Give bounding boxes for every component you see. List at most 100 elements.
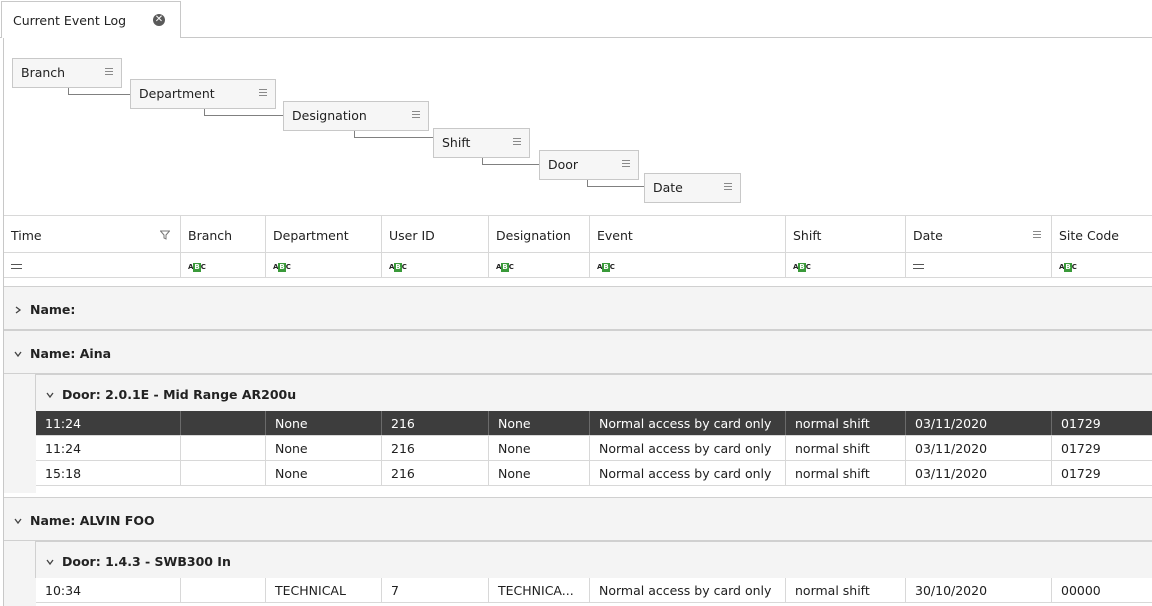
filter-cell-date[interactable] xyxy=(906,253,1052,277)
cell-shift: normal shift xyxy=(786,578,906,602)
group-item-label: Shift xyxy=(442,135,471,150)
group-row-name-alvin-foo[interactable]: Name: ALVIN FOO xyxy=(4,497,1152,541)
text-filter-icon[interactable]: ABC xyxy=(273,263,291,272)
close-icon[interactable]: ✕ xyxy=(153,14,165,26)
group-connector xyxy=(482,158,539,165)
group-connector xyxy=(354,131,433,138)
table-row[interactable]: 10:34 TECHNICAL 7 TECHNICA... Normal acc… xyxy=(36,578,1152,603)
cell-site-code: 01729 xyxy=(1061,441,1101,456)
column-header-time[interactable]: Time xyxy=(4,216,181,253)
text-filter-icon[interactable]: ABC xyxy=(188,263,206,272)
cell-department: None xyxy=(266,461,382,485)
column-header-label: Designation xyxy=(496,228,571,243)
tab-strip: Current Event Log ✕ xyxy=(0,0,1152,38)
text-filter-icon[interactable]: ABC xyxy=(793,263,811,272)
column-header-label: Date xyxy=(913,228,943,243)
sort-icon[interactable] xyxy=(1033,231,1041,240)
group-item-door[interactable]: Door xyxy=(539,150,639,180)
cell-designation: None xyxy=(489,411,590,435)
group-indent xyxy=(4,374,36,493)
group-item-department[interactable]: Department xyxy=(130,79,276,109)
cell-time: 11:24 xyxy=(36,411,181,435)
cell-user-id: 216 xyxy=(382,461,489,485)
cell-date: 03/11/2020 xyxy=(906,411,1052,435)
filter-cell-designation[interactable]: ABC xyxy=(489,253,590,277)
group-item-designation[interactable]: Designation xyxy=(283,101,429,131)
cell-department: TECHNICAL xyxy=(266,578,382,602)
cell-event: Normal access by card only xyxy=(590,461,786,485)
subgroup-row-label: Door: 2.0.1E - Mid Range AR200u xyxy=(62,387,297,402)
cell-site-code: 01729 xyxy=(1061,416,1101,431)
cell-designation: TECHNICA... xyxy=(489,578,590,602)
column-header-branch[interactable]: Branch xyxy=(181,216,266,253)
sort-icon[interactable] xyxy=(622,160,630,169)
chevron-down-icon[interactable] xyxy=(46,556,62,569)
group-by-panel: Branch Department Designation Shift Door… xyxy=(4,39,1152,214)
chevron-down-icon[interactable] xyxy=(14,515,30,528)
column-header-shift[interactable]: Shift xyxy=(786,216,906,253)
group-row-name-aina[interactable]: Name: Aina xyxy=(4,330,1152,374)
cell-designation: None xyxy=(489,436,590,460)
column-header-designation[interactable]: Designation xyxy=(489,216,590,253)
column-header-label: Time xyxy=(11,228,42,243)
group-row-label: Name: ALVIN FOO xyxy=(30,513,155,528)
group-item-label: Branch xyxy=(21,65,66,80)
chevron-right-icon[interactable] xyxy=(14,304,30,317)
filter-cell-event[interactable]: ABC xyxy=(590,253,786,277)
tab-label: Current Event Log xyxy=(13,12,127,28)
cell-date: 03/11/2020 xyxy=(906,461,1052,485)
column-header-site-code[interactable]: Site Code xyxy=(1052,216,1152,253)
group-item-shift[interactable]: Shift xyxy=(433,128,530,158)
group-connector xyxy=(587,180,644,187)
sort-icon[interactable] xyxy=(412,111,420,120)
subgroup-row-door-143[interactable]: Door: 1.4.3 - SWB300 In xyxy=(35,541,1152,578)
text-filter-icon[interactable]: ABC xyxy=(496,263,514,272)
sort-icon[interactable] xyxy=(724,183,732,192)
text-filter-icon[interactable]: ABC xyxy=(1059,263,1077,272)
cell-time: 11:24 xyxy=(36,436,181,460)
cell-department: None xyxy=(266,436,382,460)
column-header-label: User ID xyxy=(389,228,435,243)
cell-date: 30/10/2020 xyxy=(906,578,1052,602)
subgroup-row-door-201e[interactable]: Door: 2.0.1E - Mid Range AR200u xyxy=(35,374,1152,411)
filter-cell-user-id[interactable]: ABC xyxy=(382,253,489,277)
cell-time: 15:18 xyxy=(36,461,181,485)
group-item-label: Date xyxy=(653,180,683,195)
cell-department: None xyxy=(266,411,382,435)
cell-branch xyxy=(181,461,266,485)
group-connector xyxy=(204,109,283,116)
column-header-user-id[interactable]: User ID xyxy=(382,216,489,253)
group-item-date[interactable]: Date xyxy=(644,173,741,203)
table-row[interactable]: 11:24 None 216 None Normal access by car… xyxy=(36,411,1152,436)
cell-designation: None xyxy=(489,461,590,485)
group-row-name-empty[interactable]: Name: xyxy=(4,286,1152,330)
group-item-label: Department xyxy=(139,86,215,101)
filter-funnel-icon[interactable] xyxy=(159,228,171,240)
sort-icon[interactable] xyxy=(513,138,521,147)
equals-icon[interactable] xyxy=(11,264,22,269)
table-row[interactable]: 15:18 None 216 None Normal access by car… xyxy=(36,461,1152,486)
column-header-date[interactable]: Date xyxy=(906,216,1052,253)
equals-icon[interactable] xyxy=(913,264,924,269)
column-header-department[interactable]: Department xyxy=(266,216,382,253)
sort-icon[interactable] xyxy=(259,89,267,98)
cell-branch xyxy=(181,411,266,435)
filter-cell-shift[interactable]: ABC xyxy=(786,253,906,277)
sort-icon[interactable] xyxy=(105,68,113,77)
filter-cell-site-code[interactable]: ABC xyxy=(1052,253,1152,277)
column-header-event[interactable]: Event xyxy=(590,216,786,253)
cell-event: Normal access by card only xyxy=(590,436,786,460)
filter-cell-branch[interactable]: ABC xyxy=(181,253,266,277)
group-indent xyxy=(4,541,36,606)
group-item-branch[interactable]: Branch xyxy=(12,58,122,88)
filter-cell-time[interactable] xyxy=(4,253,181,277)
cell-event: Normal access by card only xyxy=(590,411,786,435)
table-row[interactable]: 11:24 None 216 None Normal access by car… xyxy=(36,436,1152,461)
tab-current-event-log[interactable]: Current Event Log ✕ xyxy=(1,1,181,38)
text-filter-icon[interactable]: ABC xyxy=(597,263,615,272)
filter-cell-department[interactable]: ABC xyxy=(266,253,382,277)
chevron-down-icon[interactable] xyxy=(14,348,30,361)
text-filter-icon[interactable]: ABC xyxy=(389,263,407,272)
chevron-down-icon[interactable] xyxy=(46,389,62,402)
column-header-label: Event xyxy=(597,228,633,243)
